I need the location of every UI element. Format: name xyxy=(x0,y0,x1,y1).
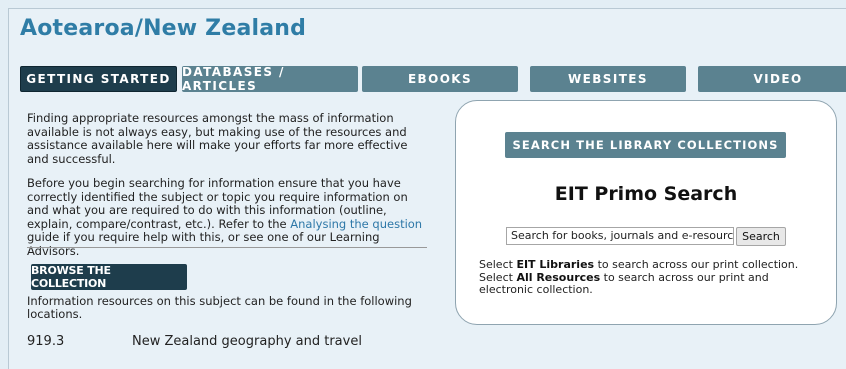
tab-databases-articles[interactable]: DATABASES / ARTICLES xyxy=(182,65,358,93)
primo-search-input[interactable]: Search for books, journals and e-resourc… xyxy=(506,227,734,245)
search-scope-line-2: Select All Resources to search across ou… xyxy=(479,270,824,297)
tab-video[interactable]: VIDEO xyxy=(698,66,846,92)
tab-websites[interactable]: WEBSITES xyxy=(530,66,686,92)
call-number-subject: New Zealand geography and travel xyxy=(132,334,362,349)
intro-paragraph-2: Before you begin searching for informati… xyxy=(27,176,431,258)
scope-all-resources: All Resources xyxy=(516,270,601,284)
tab-getting-started[interactable]: GETTING STARTED xyxy=(20,66,177,92)
scope-2-prefix: Select xyxy=(479,270,517,284)
intro-paragraph-2-end: guide if you require help with this, or … xyxy=(27,230,380,258)
primo-search-title: EIT Primo Search xyxy=(554,183,738,205)
intro-text: Finding appropriate resources amongst th… xyxy=(27,111,431,258)
call-number-row: 919.3 New Zealand geography and travel xyxy=(27,334,447,349)
search-scope-help: Select EIT Libraries to search across ou… xyxy=(479,258,824,297)
search-library-collections-button[interactable]: SEARCH THE LIBRARY COLLECTIONS xyxy=(505,132,786,158)
intro-paragraph-1: Finding appropriate resources amongst th… xyxy=(27,111,408,166)
browse-collection-button[interactable]: BROWSE THE COLLECTION xyxy=(31,264,187,290)
primo-search-button[interactable]: Search xyxy=(736,227,786,246)
scope-1-suffix: to search across our print collection. xyxy=(594,258,799,271)
scope-1-prefix: Select xyxy=(479,258,517,271)
locations-text: Information resources on this subject ca… xyxy=(27,294,412,321)
section-divider xyxy=(27,247,427,248)
page-title: Aotearoa/New Zealand xyxy=(20,16,307,41)
call-number: 919.3 xyxy=(27,334,65,349)
scope-eit-libraries: EIT Libraries xyxy=(516,258,595,271)
tab-ebooks[interactable]: EBOOKS xyxy=(362,66,518,92)
analysing-question-link[interactable]: Analysing the question xyxy=(290,217,422,231)
